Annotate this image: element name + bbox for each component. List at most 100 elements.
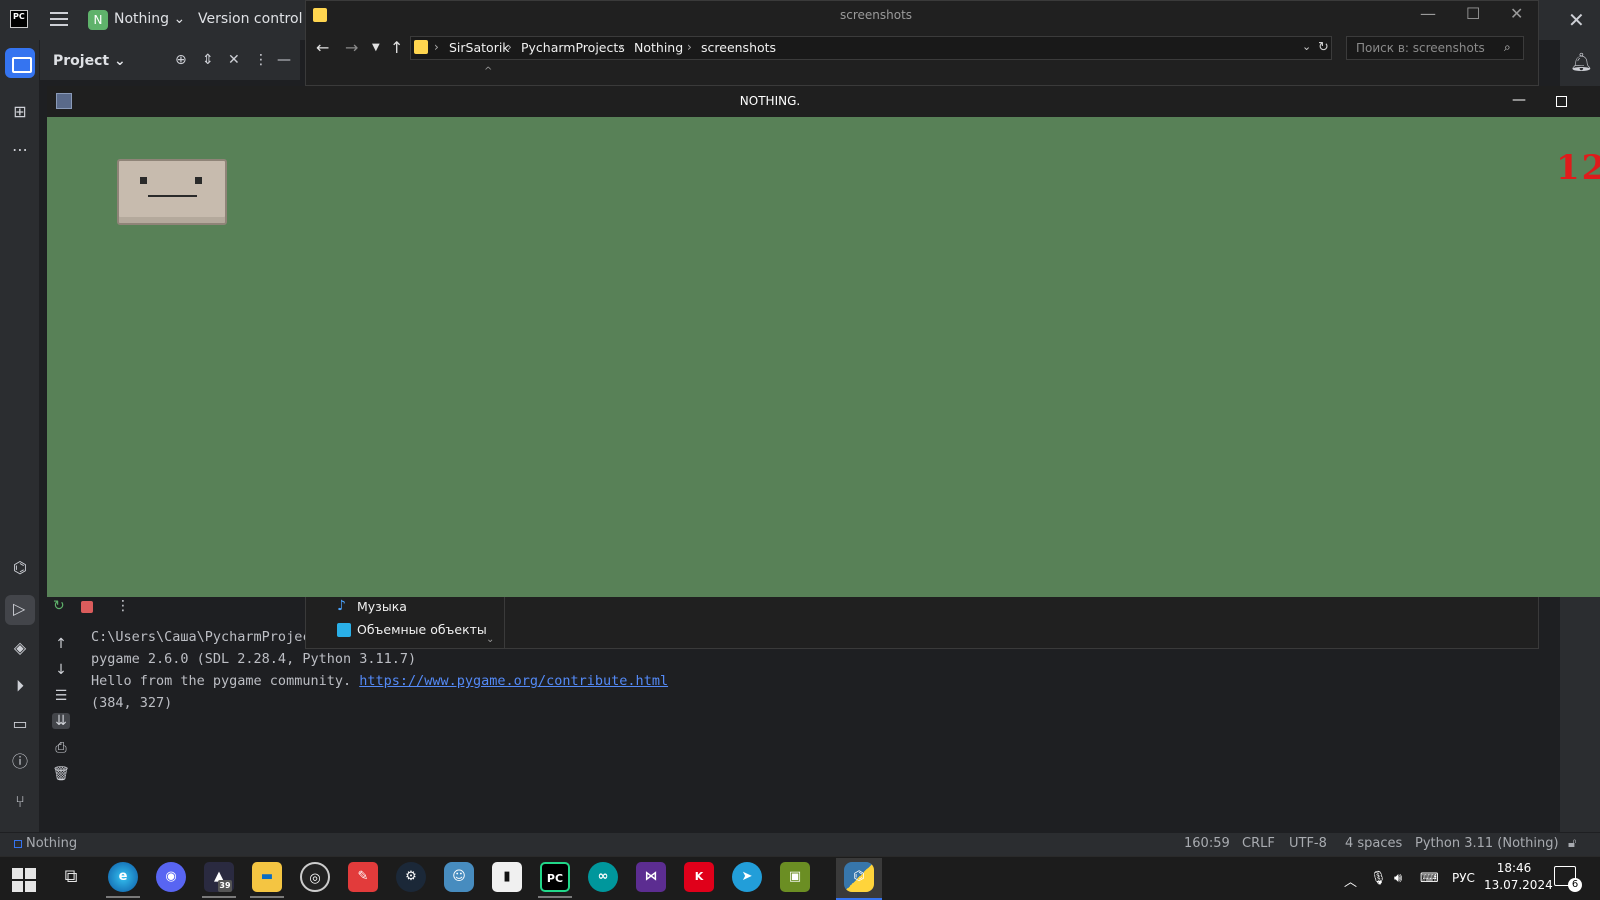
options-icon[interactable]: ⋮ [254, 52, 268, 68]
problems-icon[interactable]: ⓘ [8, 750, 32, 774]
python-icon[interactable]: ⌬ [844, 862, 874, 892]
breadcrumb-pycharmprojects[interactable]: PycharmProjects [521, 40, 625, 55]
running-indicator [538, 896, 572, 898]
clock[interactable]: 18:46 13.07.2024 [1484, 860, 1553, 894]
scroll-up-icon[interactable]: ↑ [52, 636, 70, 652]
python-console-icon[interactable]: ⌬ [8, 556, 32, 580]
nav-item-3d-objects[interactable]: Объемные объекты [357, 622, 487, 637]
address-dropdown-icon[interactable]: ⌄ [1302, 40, 1311, 53]
project-panel-title[interactable]: Project ⌄ [53, 53, 126, 69]
search-placeholder: Поиск в: screenshots [1356, 41, 1485, 55]
breadcrumb-nothing[interactable]: Nothing [634, 40, 683, 55]
services-icon[interactable]: ⏵ [8, 674, 32, 698]
forward-arrow-icon[interactable]: → [345, 38, 358, 57]
arduino-icon[interactable]: ∞ [588, 862, 618, 892]
game-minimize-icon[interactable]: — [1512, 92, 1526, 108]
lock-icon[interactable]: 🔓︎ [1568, 836, 1576, 851]
expand-all-icon[interactable]: ⇕ [202, 52, 214, 68]
running-indicator [202, 896, 236, 898]
project-badge[interactable]: N [88, 10, 108, 30]
refresh-icon[interactable]: ↻ [1318, 40, 1329, 55]
project-selector[interactable]: Nothing ⌄ [114, 11, 185, 27]
sprite-editor-icon[interactable]: ✎ [348, 862, 378, 892]
git-icon[interactable]: ⑂ [8, 790, 32, 814]
layers-icon[interactable]: ◈ [8, 636, 32, 660]
keyboard-icon[interactable]: ⌨ [1420, 871, 1439, 886]
minecraft-icon[interactable]: ▣ [780, 862, 810, 892]
version-control-menu[interactable]: Version control ⌄ [198, 11, 319, 27]
soft-wrap-icon[interactable]: ☰ [52, 688, 70, 704]
explorer-title: screenshots [840, 8, 913, 22]
back-arrow-icon[interactable]: ← [316, 38, 329, 57]
notifications-bell-icon[interactable]: 🔔︎ [1570, 52, 1593, 73]
crumb-separator[interactable]: › [687, 40, 692, 54]
address-folder-icon [414, 40, 428, 54]
run-more-icon[interactable]: ⋮ [116, 598, 130, 614]
rerun-icon[interactable]: ↻ [53, 598, 65, 614]
maximize-icon[interactable]: ☐ [1466, 4, 1480, 23]
3d-objects-icon [337, 623, 351, 637]
edge-icon[interactable]: e [108, 862, 138, 892]
game-canvas[interactable] [47, 117, 1600, 597]
run-tool-icon[interactable]: ▷ [5, 595, 35, 625]
pycharm-taskbar-icon[interactable]: PC [540, 862, 570, 892]
language-indicator[interactable]: РУС [1452, 871, 1475, 885]
game-maximize-icon[interactable] [1556, 96, 1567, 107]
sprite-mouth [148, 195, 197, 197]
scroll-down-icon[interactable]: ↓ [52, 662, 70, 678]
main-menu-icon[interactable] [50, 12, 68, 26]
nav-scroll-down-icon[interactable]: ⌄ [486, 634, 494, 645]
terminal-icon[interactable]: ▭ [8, 712, 32, 736]
file-explorer-icon[interactable]: ▬ [252, 862, 282, 892]
steam-icon[interactable]: ⚙ [396, 862, 426, 892]
kaspersky-icon[interactable]: K [684, 862, 714, 892]
python-interpreter[interactable]: Python 3.11 (Nothing) [1415, 836, 1559, 851]
crumb-separator[interactable]: › [619, 40, 624, 54]
visual-studio-icon[interactable]: ⋈ [636, 862, 666, 892]
running-indicator [106, 896, 140, 898]
caret-position[interactable]: 160:59 [1184, 836, 1230, 851]
indent-setting[interactable]: 4 spaces [1345, 836, 1402, 851]
microphone-icon[interactable]: 🎙︎ [1370, 871, 1387, 886]
locate-icon[interactable]: ⊕ [175, 52, 187, 68]
nav-scroll-up-icon[interactable]: ^ [484, 66, 492, 77]
close-icon[interactable]: ✕ [1510, 4, 1523, 23]
search-icon[interactable]: ⌕ [1504, 40, 1511, 55]
discord-icon[interactable]: ◉ [156, 862, 186, 892]
ide-close-icon[interactable]: ✕ [1568, 8, 1585, 32]
project-tool-icon[interactable] [5, 48, 35, 78]
hide-panel-icon[interactable]: — [277, 52, 291, 68]
twitch-icon[interactable]: ▮ [492, 862, 522, 892]
godot-icon[interactable]: ☺ [444, 862, 474, 892]
console-line: Hello from the pygame community. https:/… [91, 673, 669, 689]
music-icon: ♪ [337, 598, 346, 614]
breadcrumb-sirsatorik[interactable]: SirSatorik [449, 40, 510, 55]
clear-console-icon[interactable]: 🗑︎ [52, 766, 70, 782]
nav-item-music[interactable]: Музыка [357, 599, 407, 614]
pygame-contribute-link[interactable]: https://www.pygame.org/contribute.html [359, 673, 668, 689]
stop-icon[interactable] [81, 601, 93, 613]
obs-icon[interactable]: ◎ [300, 862, 330, 892]
player-box-sprite [117, 159, 227, 225]
task-view-icon[interactable]: ⧉ [56, 862, 86, 892]
tray-overflow-icon[interactable]: ︿ [1344, 871, 1357, 890]
minimize-icon[interactable]: — [1420, 4, 1436, 23]
start-button[interactable] [12, 868, 36, 892]
crumb-separator[interactable]: › [507, 40, 512, 54]
file-encoding[interactable]: UTF-8 [1289, 836, 1327, 851]
telegram-icon[interactable]: ➤ [732, 862, 762, 892]
project-square-icon [14, 840, 22, 848]
pycharm-logo-icon[interactable]: PC [10, 10, 28, 28]
line-separator[interactable]: CRLF [1242, 836, 1275, 851]
breadcrumb-screenshots[interactable]: screenshots [701, 40, 776, 55]
collapse-all-icon[interactable]: ✕ [228, 52, 240, 68]
status-project[interactable]: Nothing [26, 836, 77, 851]
up-arrow-icon[interactable]: ↑ [390, 38, 403, 57]
volume-icon[interactable]: 🔊︎ [1394, 871, 1402, 886]
more-tools-icon[interactable]: ⋯ [8, 138, 32, 162]
scroll-to-end-icon[interactable]: ⇊ [52, 713, 70, 729]
running-indicator [250, 896, 284, 898]
print-icon[interactable]: ⎙ [52, 740, 70, 756]
pygame-title: NOTHING. [739, 94, 801, 108]
recent-locations-icon[interactable]: ▼ [372, 42, 380, 53]
